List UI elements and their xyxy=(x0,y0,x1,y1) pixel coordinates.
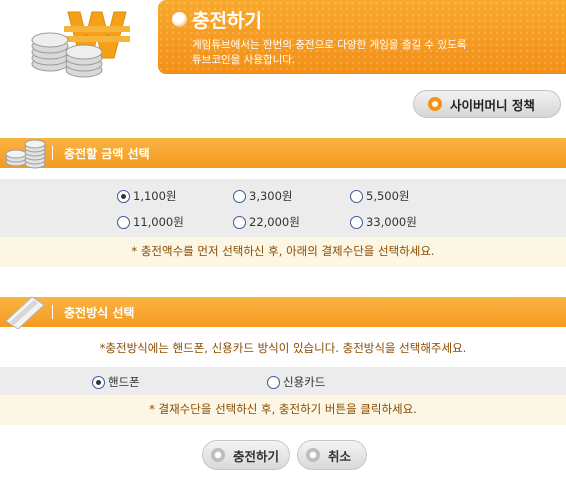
radio-icon[interactable] xyxy=(350,215,363,229)
header: 충전하기 게임튜브에서는 한번의 충전으로 다양한 게임을 즐길 수 있도록 튜… xyxy=(0,0,566,78)
method-option-label: 핸드폰 xyxy=(108,375,140,389)
bullet-icon xyxy=(211,448,225,462)
coins-won-icon xyxy=(31,11,130,78)
amount-section-header: 충전할 금액 선택 xyxy=(0,138,566,169)
description-line-2: 튜브코인을 사용합니다. xyxy=(192,54,296,66)
amount-option-33000[interactable]: 33,000원 xyxy=(350,214,417,230)
amount-option-label: 11,000원 xyxy=(133,215,184,229)
amount-note: * 충전액수를 먼저 선택하신 후, 아래의 결제수단을 선택하세요. xyxy=(0,237,566,267)
amount-option-11000[interactable]: 11,000원 xyxy=(117,214,184,230)
radio-icon[interactable] xyxy=(233,215,246,229)
radio-selected-icon[interactable] xyxy=(92,375,105,389)
amount-option-label: 33,000원 xyxy=(366,215,417,229)
policy-button-label: 사이버머니 정책 xyxy=(450,97,535,113)
bullet-icon xyxy=(428,97,442,111)
method-option-credit-card[interactable]: 신용카드 xyxy=(267,374,325,390)
radio-icon[interactable] xyxy=(233,189,246,203)
credit-card-icon xyxy=(5,296,45,329)
cancel-button[interactable]: 취소 xyxy=(297,440,367,470)
page-description: 게임튜브에서는 한번의 충전으로 다양한 게임을 즐길 수 있도록 튜브코인을 … xyxy=(192,38,532,68)
page-title: 충전하기 xyxy=(192,10,262,32)
amount-section-title: 충전할 금액 선택 xyxy=(64,147,150,161)
amount-option-22000[interactable]: 22,000원 xyxy=(233,214,300,230)
method-note: * 결재수단을 선택하신 후, 충전하기 버튼을 클릭하세요. xyxy=(0,395,566,425)
title-bullet-icon xyxy=(172,12,187,27)
charge-button-label: 충전하기 xyxy=(233,448,280,464)
amount-option-3300[interactable]: 3,300원 xyxy=(233,188,293,204)
method-option-phone[interactable]: 핸드폰 xyxy=(92,374,140,390)
method-section-header: 충전방식 선택 xyxy=(0,296,566,329)
amount-option-5500[interactable]: 5,500원 xyxy=(350,188,410,204)
cancel-button-label: 취소 xyxy=(328,448,352,464)
radio-selected-icon[interactable] xyxy=(117,189,130,203)
radio-icon[interactable] xyxy=(267,375,280,389)
amount-option-label: 3,300원 xyxy=(249,189,293,203)
amount-options: 1,100원 3,300원 5,500원 11,000원 22,000원 33,… xyxy=(0,179,566,237)
method-section-title: 충전방식 선택 xyxy=(64,306,135,320)
amount-option-label: 1,100원 xyxy=(133,189,177,203)
method-guide-text: *충전방식에는 핸드폰, 신용카드 방식이 있습니다. 충전방식을 선택해주세요… xyxy=(99,341,467,355)
bullet-icon xyxy=(306,448,320,462)
radio-icon[interactable] xyxy=(350,189,363,203)
header-banner: 충전하기 게임튜브에서는 한번의 충전으로 다양한 게임을 즐길 수 있도록 튜… xyxy=(158,0,566,74)
amount-option-label: 5,500원 xyxy=(366,189,410,203)
section-divider xyxy=(52,146,53,160)
amount-option-1100[interactable]: 1,100원 xyxy=(117,188,177,204)
radio-icon[interactable] xyxy=(117,215,130,229)
coins-icon xyxy=(5,139,46,169)
cyber-money-policy-button[interactable]: 사이버머니 정책 xyxy=(413,90,561,118)
charge-button[interactable]: 충전하기 xyxy=(202,440,290,470)
section-divider xyxy=(52,305,53,319)
amount-option-label: 22,000원 xyxy=(249,215,300,229)
description-line-1: 게임튜브에서는 한번의 충전으로 다양한 게임을 즐길 수 있도록 xyxy=(192,39,467,51)
method-option-label: 신용카드 xyxy=(283,375,326,389)
method-options: 핸드폰 신용카드 xyxy=(0,367,566,395)
